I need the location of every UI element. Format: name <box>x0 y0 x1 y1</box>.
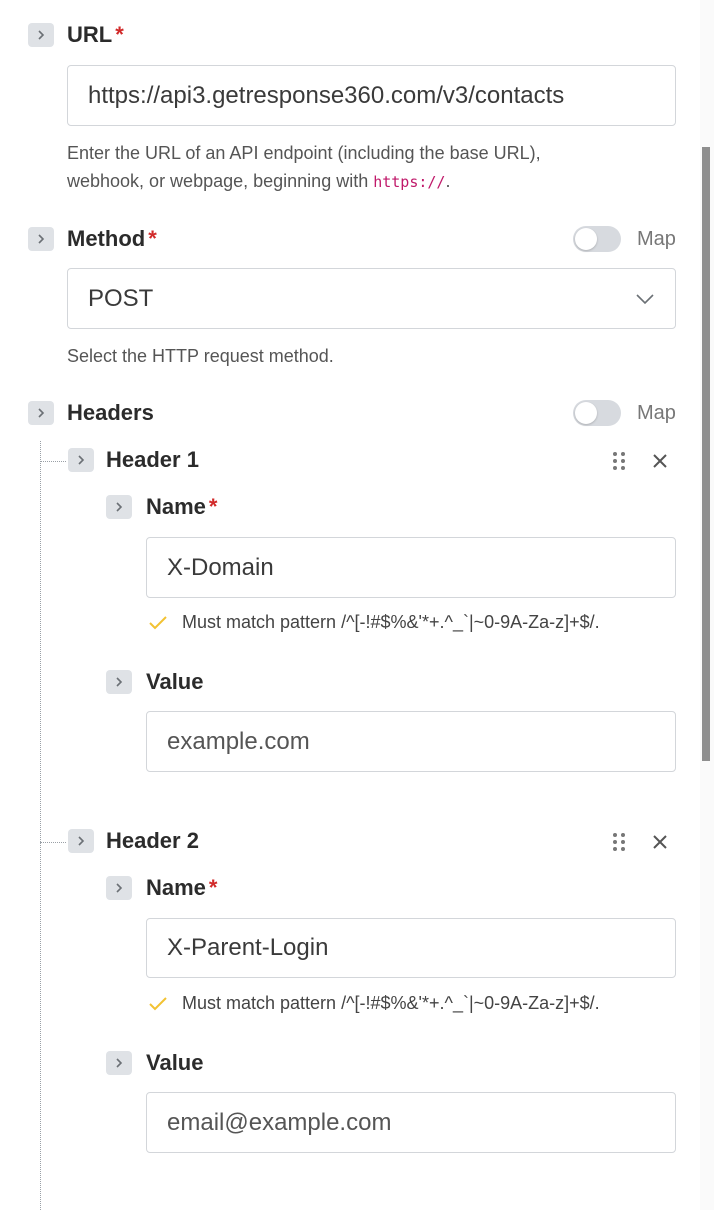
checkmark-icon <box>149 615 167 629</box>
url-label: URL * <box>67 22 124 47</box>
header-2-expand-chevron-icon[interactable] <box>68 829 94 853</box>
required-asterisk: * <box>115 22 124 47</box>
method-map-toggle[interactable] <box>573 226 621 252</box>
header-2-value-input[interactable]: email@example.com <box>146 1092 676 1153</box>
url-input[interactable]: https://api3.getresponse360.com/v3/conta… <box>67 65 676 126</box>
url-help-code: https:// <box>373 173 446 191</box>
header-1-value-placeholder: example.com <box>167 727 310 755</box>
method-select[interactable]: POST <box>67 268 676 329</box>
tree-branch <box>40 842 66 843</box>
remove-header-close-icon[interactable] <box>652 834 668 850</box>
drag-handle-icon[interactable] <box>612 451 626 471</box>
method-map-label: Map <box>637 228 676 250</box>
method-label: Method * <box>67 226 157 251</box>
header-1-name-chevron-icon[interactable] <box>106 495 132 519</box>
headers-map-label: Map <box>637 402 676 424</box>
required-asterisk: * <box>208 494 218 519</box>
header-2-name-input[interactable]: X-Parent-Login <box>146 918 676 978</box>
method-expand-chevron-icon[interactable] <box>28 227 54 251</box>
header-1-expand-chevron-icon[interactable] <box>68 448 94 472</box>
scrollbar-thumb[interactable] <box>702 147 710 761</box>
tree-line <box>40 441 41 1210</box>
header-2-name-value: X-Parent-Login <box>167 934 329 961</box>
required-asterisk: * <box>148 226 157 251</box>
url-value: https://api3.getresponse360.com/v3/conta… <box>88 81 565 109</box>
url-expand-chevron-icon[interactable] <box>28 23 54 47</box>
header-2-name-chevron-icon[interactable] <box>106 876 132 900</box>
header-2-pattern-hint: Must match pattern /^[-!#$%&'*+.^_`|~0-9… <box>149 993 600 1014</box>
header-2-value-chevron-icon[interactable] <box>106 1051 132 1075</box>
headers-map-toggle[interactable] <box>573 400 621 426</box>
headers-label: Headers <box>67 400 154 425</box>
header-1-value-chevron-icon[interactable] <box>106 670 132 694</box>
headers-expand-chevron-icon[interactable] <box>28 401 54 425</box>
header-1-name-input[interactable]: X-Domain <box>146 537 676 598</box>
method-value: POST <box>88 284 154 312</box>
url-help-text: Enter the URL of an API endpoint (includ… <box>67 143 541 191</box>
header-2-value-placeholder: email@example.com <box>167 1108 392 1136</box>
header-1-pattern-hint: Must match pattern /^[-!#$%&'*+.^_`|~0-9… <box>149 612 600 633</box>
required-asterisk: * <box>208 875 218 900</box>
header-2-name-label: Name * <box>146 875 218 900</box>
header-1-name-value: X-Domain <box>167 553 274 581</box>
chevron-down-icon <box>636 293 654 304</box>
header-2-value-label: Value <box>146 1050 204 1075</box>
drag-handle-icon[interactable] <box>612 832 626 852</box>
remove-header-close-icon[interactable] <box>652 453 668 469</box>
header-2-title: Header 2 <box>106 828 199 853</box>
header-1-title: Header 1 <box>106 447 199 472</box>
header-1-name-label: Name * <box>146 494 218 519</box>
header-1-value-input[interactable]: example.com <box>146 711 676 772</box>
header-1-value-label: Value <box>146 669 204 694</box>
checkmark-icon <box>149 996 167 1010</box>
tree-branch <box>40 461 66 462</box>
method-help-text: Select the HTTP request method. <box>67 346 334 366</box>
